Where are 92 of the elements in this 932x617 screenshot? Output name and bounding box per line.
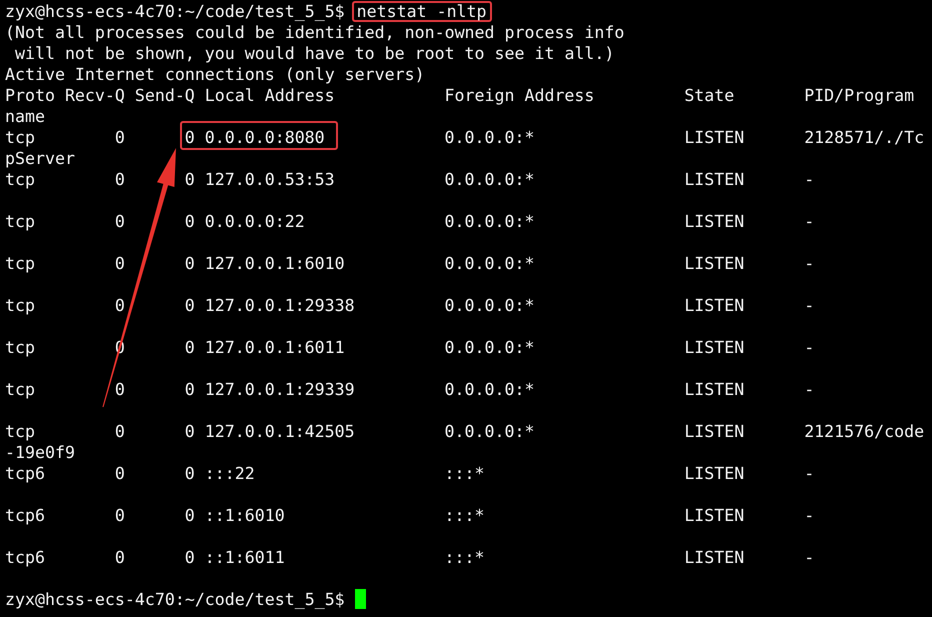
table-cell-text: :::* bbox=[444, 547, 486, 568]
table-cell: - bbox=[804, 169, 814, 190]
table-cell: pServer bbox=[5, 149, 75, 168]
table-cell: - bbox=[804, 547, 814, 568]
table-cell-text: 0 bbox=[114, 211, 125, 232]
table-cell-text: tcp bbox=[5, 379, 36, 400]
notice-text: will not be shown, you would have to be root to see it all.) bbox=[14, 44, 614, 63]
table-cell-text: :::* bbox=[444, 463, 486, 484]
table-cell: - bbox=[804, 211, 814, 232]
table-cell-text: tcp bbox=[5, 169, 36, 190]
column-header: name bbox=[5, 107, 45, 126]
table-cell-text: ::1:6011 bbox=[204, 547, 286, 568]
table-cell-text: :::22 bbox=[204, 463, 256, 484]
table-cell-text: 0.0.0.0:* bbox=[444, 127, 536, 148]
table-cell: - bbox=[804, 379, 814, 400]
column-header: Foreign Address bbox=[444, 85, 596, 106]
shell-prompt: zyx@hcss-ecs-4c70:~/code/test_5_5$ bbox=[5, 2, 345, 21]
table-cell-text: ::1:6010 bbox=[204, 505, 286, 526]
notice-text: (Not all processes could be identified, non-owned process info bbox=[5, 23, 624, 42]
table-cell-text: 0 bbox=[184, 337, 195, 358]
table-cell-text: LISTEN bbox=[684, 337, 746, 358]
table-cell-text: 0.0.0.0:8080 bbox=[204, 127, 326, 148]
table-cell-text: 0 bbox=[114, 505, 125, 526]
table-cell-text: 0.0.0.0:* bbox=[444, 295, 536, 316]
column-header: Proto bbox=[5, 85, 56, 106]
section-title: Active Internet connections (only servers) bbox=[5, 65, 425, 84]
table-cell-text: 0 bbox=[114, 421, 125, 442]
table-cell-text: tcp bbox=[5, 295, 36, 316]
table-cell: - bbox=[804, 463, 814, 484]
table-cell: 2128571/./Tc bbox=[804, 127, 924, 148]
table-cell-text: LISTEN bbox=[684, 463, 746, 484]
table-cell-text: 0.0.0.0:22 bbox=[204, 211, 306, 232]
shell-prompt: zyx@hcss-ecs-4c70:~/code/test_5_5$ bbox=[5, 590, 345, 609]
table-cell-text: LISTEN bbox=[684, 295, 746, 316]
table-cell-text: tcp bbox=[5, 421, 36, 442]
table-cell-text: LISTEN bbox=[684, 547, 746, 568]
table-cell-text: 0 bbox=[184, 211, 195, 232]
table-cell-text: LISTEN bbox=[684, 127, 746, 148]
table-cell-text: LISTEN bbox=[684, 505, 746, 526]
table-cell-text: 0 bbox=[114, 169, 125, 190]
command-text: netstat -nltp bbox=[352, 1, 492, 22]
table-cell-text: 0 bbox=[114, 379, 125, 400]
table-cell-text: 0 bbox=[114, 463, 125, 484]
table-cell-text: :::* bbox=[444, 505, 486, 526]
table-cell-text: LISTEN bbox=[684, 169, 746, 190]
table-cell-text: 0 bbox=[184, 253, 195, 274]
table-cell-text: 0 bbox=[184, 379, 195, 400]
table-cell-text: 0.0.0.0:* bbox=[444, 421, 536, 442]
column-header: PID/Program bbox=[804, 85, 914, 106]
table-cell-text: 0 bbox=[184, 547, 195, 568]
table-cell: - bbox=[804, 253, 814, 274]
table-cell: - bbox=[804, 295, 814, 316]
table-cell: - bbox=[804, 505, 814, 526]
table-cell-text: 0.0.0.0:* bbox=[444, 211, 536, 232]
table-cell-text: tcp6 bbox=[5, 505, 46, 526]
table-cell: -19e0f9 bbox=[5, 443, 75, 462]
table-cell-text: LISTEN bbox=[684, 253, 746, 274]
table-cell-text: LISTEN bbox=[684, 211, 746, 232]
table-cell-text: LISTEN bbox=[684, 421, 746, 442]
table-cell-text: tcp bbox=[5, 211, 36, 232]
table-cell-text: 127.0.0.53:53 bbox=[204, 169, 336, 190]
column-header: Send-Q bbox=[134, 85, 195, 106]
table-cell-text: 0 bbox=[114, 295, 125, 316]
table-cell-text: tcp bbox=[5, 253, 36, 274]
column-header: Local Address bbox=[204, 85, 336, 106]
table-cell-text: 0 bbox=[184, 169, 195, 190]
table-cell-text: 0 bbox=[184, 127, 195, 148]
table-cell-text: tcp6 bbox=[5, 463, 46, 484]
table-cell-text: 127.0.0.1:6010 bbox=[204, 253, 346, 274]
table-cell-text: LISTEN bbox=[684, 379, 746, 400]
table-cell-text: 0 bbox=[184, 421, 195, 442]
table-cell-text: 0.0.0.0:* bbox=[444, 337, 536, 358]
table-cell-text: 0.0.0.0:* bbox=[444, 169, 536, 190]
table-cell-text: 0 bbox=[114, 127, 125, 148]
table-cell-text: 0 bbox=[184, 295, 195, 316]
table-cell-text: 127.0.0.1:29338 bbox=[204, 295, 356, 316]
table-cell-text: 127.0.0.1:29339 bbox=[204, 379, 356, 400]
column-header: State bbox=[684, 85, 736, 106]
column-header: Recv-Q bbox=[64, 85, 125, 106]
table-cell-text: 0 bbox=[114, 253, 125, 274]
table-cell: 2121576/code bbox=[804, 421, 924, 442]
table-cell-text: tcp bbox=[5, 337, 36, 358]
table-cell-text: 127.0.0.1:6011 bbox=[204, 337, 346, 358]
table-cell-text: 0 bbox=[114, 547, 125, 568]
table-cell-text: tcp6 bbox=[5, 547, 46, 568]
table-cell-text: 0 bbox=[184, 505, 195, 526]
table-cell-text: 0 bbox=[184, 463, 195, 484]
table-cell-text: 0.0.0.0:* bbox=[444, 379, 536, 400]
table-cell-text: 127.0.0.1:42505 bbox=[204, 421, 356, 442]
table-cell-text: tcp bbox=[5, 127, 36, 148]
table-cell-text: 0.0.0.0:* bbox=[444, 253, 536, 274]
table-cell: - bbox=[804, 337, 814, 358]
